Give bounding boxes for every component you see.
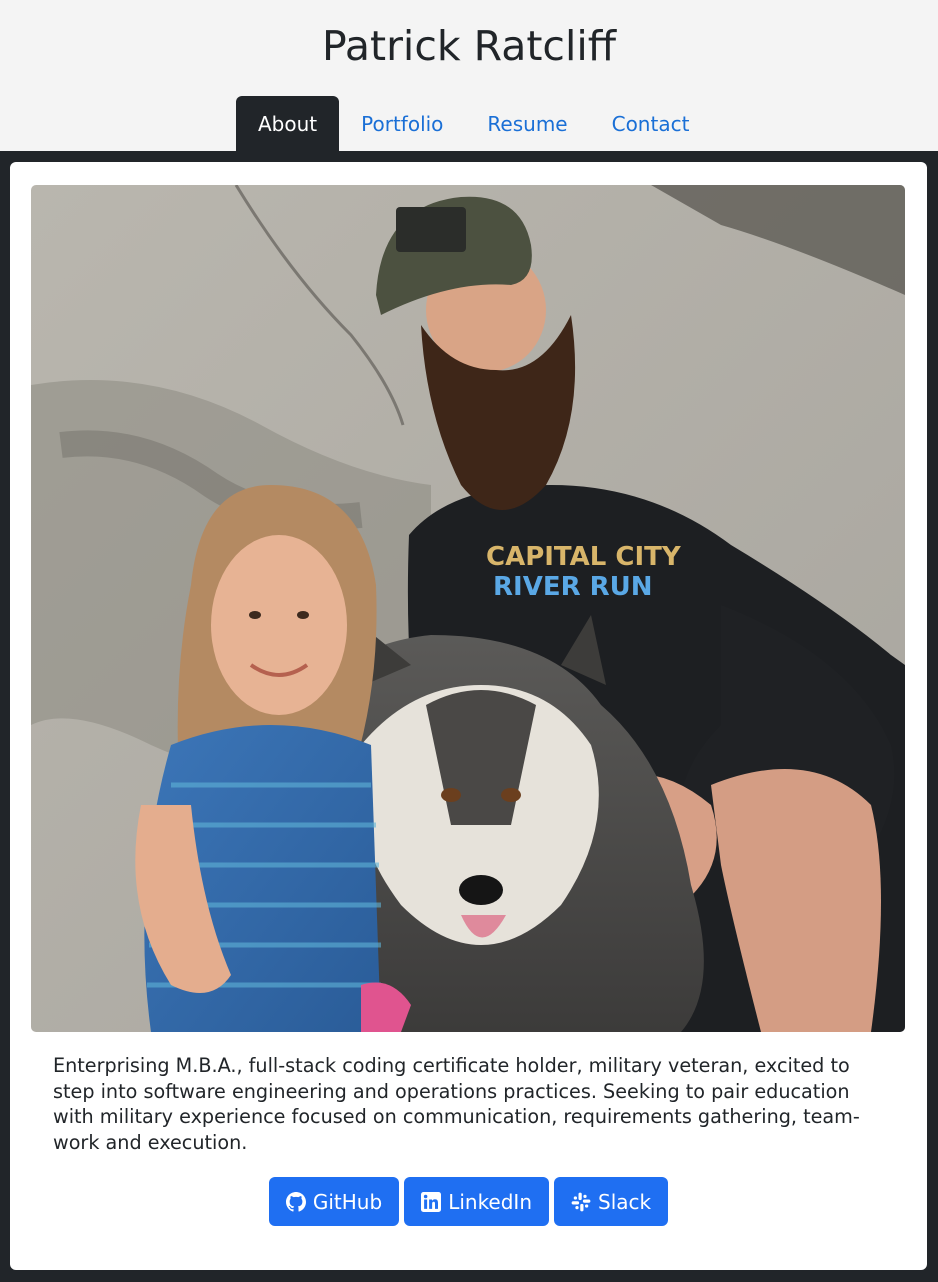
linkedin-button[interactable]: LinkedIn: [404, 1177, 550, 1226]
svg-text:CAPITAL CITY: CAPITAL CITY: [486, 542, 682, 572]
tab-about[interactable]: About: [236, 96, 340, 151]
tab-portfolio[interactable]: Portfolio: [339, 96, 465, 151]
slack-button[interactable]: Slack: [554, 1177, 669, 1226]
tab-contact[interactable]: Contact: [590, 96, 712, 151]
social-links: GitHub LinkedIn Slack: [10, 1177, 927, 1226]
tab-resume[interactable]: Resume: [465, 96, 589, 151]
slack-icon: [571, 1192, 591, 1212]
about-card: CAPITAL CITY RIVER RUN Enterprising M.B.…: [10, 162, 927, 1270]
slack-label: Slack: [598, 1189, 652, 1214]
linkedin-label: LinkedIn: [448, 1189, 533, 1214]
github-button[interactable]: GitHub: [268, 1177, 400, 1226]
bio-text: Enterprising M.B.A., full-stack coding c…: [53, 1054, 860, 1154]
nav-tabs: About Portfolio Resume Contact: [236, 96, 711, 151]
github-icon: [285, 1191, 306, 1212]
linkedin-icon: [421, 1191, 442, 1212]
github-label: GitHub: [312, 1189, 383, 1214]
site-header: Patrick Ratcliff About Portfolio Resume …: [0, 0, 938, 151]
svg-text:RIVER RUN: RIVER RUN: [493, 572, 653, 602]
profile-photo: CAPITAL CITY RIVER RUN: [31, 185, 905, 1032]
page-title: Patrick Ratcliff: [321, 22, 616, 70]
